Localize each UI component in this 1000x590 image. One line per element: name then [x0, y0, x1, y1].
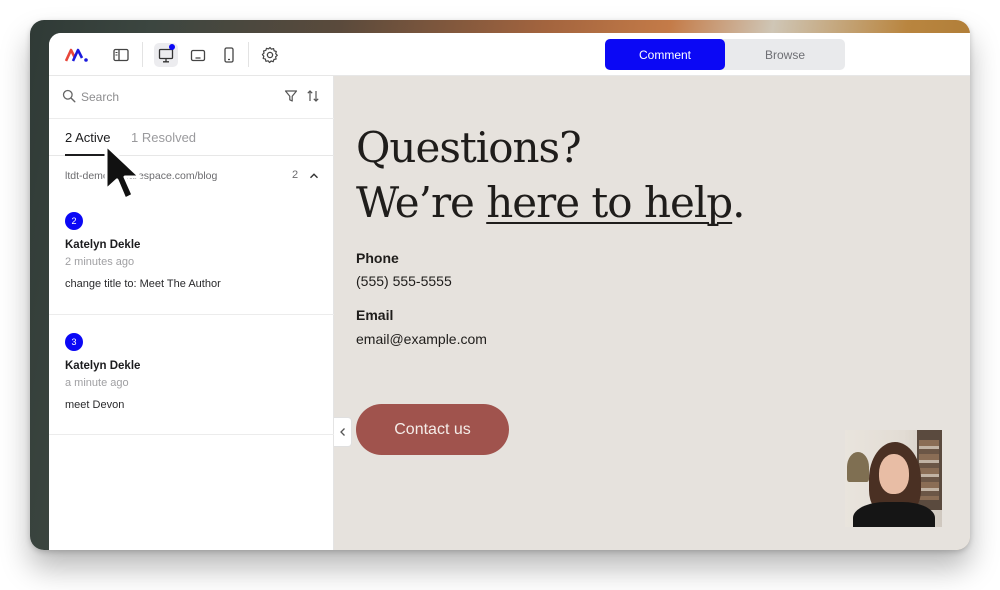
comments-sidebar: 2 Active 1 Resolved ltdt-demo.squarespac… [49, 76, 334, 550]
search-bar [49, 76, 334, 119]
headline-prefix: We’re [356, 178, 487, 227]
comment-author: Katelyn Dekle [65, 239, 141, 251]
contact-us-button[interactable]: Contact us [356, 404, 509, 455]
comment-mode-button[interactable]: Comment [605, 39, 725, 70]
sidebar-toggle-icon[interactable] [109, 43, 133, 67]
search-input[interactable] [81, 87, 261, 107]
headline-line-2: We’re here to help. [356, 175, 746, 230]
filter-icon[interactable] [284, 89, 298, 108]
chevron-up-icon[interactable] [308, 169, 320, 187]
collapse-sidebar-button[interactable] [334, 417, 352, 447]
comment-author: Katelyn Dekle [65, 360, 141, 372]
toolbar-divider [248, 42, 249, 67]
search-icon [62, 89, 76, 108]
page-group-header[interactable]: ltdt-demo.squarespace.com/blog 2 [49, 156, 334, 194]
comment-number-badge: 2 [65, 212, 83, 230]
mobile-icon[interactable] [217, 43, 241, 67]
mouse-cursor-icon [103, 142, 147, 209]
comment-number-badge: 3 [65, 333, 83, 351]
webcam-person-face [879, 454, 909, 494]
webcam-overlay [845, 430, 942, 527]
comment-item[interactable]: 2 Katelyn Dekle 2 minutes ago change tit… [49, 194, 334, 315]
mode-switch: Comment Browse [605, 39, 845, 70]
phone-label: Phone [356, 250, 399, 266]
app-content: Comment Browse Search 2 Active 1 Resolve… [49, 33, 970, 550]
site-preview: Questions? We’re here to help. Phone (55… [334, 76, 970, 550]
notification-dot [169, 44, 175, 50]
browse-mode-button[interactable]: Browse [725, 39, 845, 70]
phone-value: (555) 555-5555 [356, 273, 452, 289]
comment-time: 2 minutes ago [65, 256, 135, 268]
comment-time: a minute ago [65, 377, 129, 389]
screen: Comment Browse Search 2 Active 1 Resolve… [0, 0, 1000, 590]
email-value: email@example.com [356, 331, 487, 347]
headline-line-1: Questions? [356, 123, 582, 172]
page-comment-count: 2 [292, 169, 299, 181]
help-link[interactable]: here to help [486, 178, 733, 227]
app-window: Comment Browse Search 2 Active 1 Resolve… [30, 20, 970, 550]
headline-suffix: . [732, 178, 745, 227]
chevron-left-icon [339, 428, 345, 436]
comment-item[interactable]: 3 Katelyn Dekle a minute ago meet Devon [49, 315, 334, 435]
tablet-icon[interactable] [186, 43, 210, 67]
logo-icon[interactable] [65, 43, 89, 67]
toolbar-divider [142, 42, 143, 67]
page-headline: Questions? We’re here to help. [356, 120, 746, 230]
desktop-icon[interactable] [154, 43, 178, 67]
email-label: Email [356, 307, 394, 323]
sort-icon[interactable] [306, 89, 320, 108]
comment-text: meet Devon [65, 399, 125, 411]
comment-text: change title to: Meet The Author [65, 278, 221, 290]
webcam-wall-art [847, 452, 869, 482]
webcam-books [919, 440, 939, 500]
settings-icon[interactable] [258, 43, 282, 67]
status-tabs: 2 Active 1 Resolved [49, 119, 334, 156]
webcam-person-body [853, 502, 935, 527]
top-toolbar: Comment Browse [49, 33, 970, 76]
